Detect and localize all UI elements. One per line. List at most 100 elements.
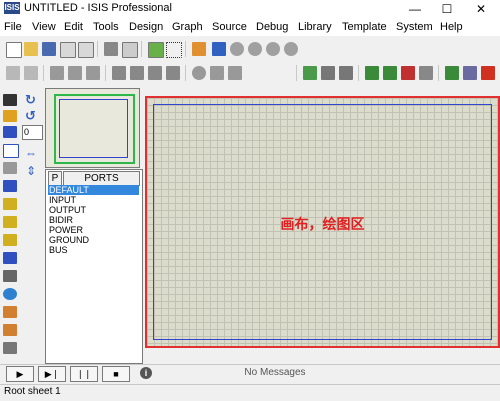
close-button[interactable]: ✕ xyxy=(466,0,496,18)
bill-of-materials-icon[interactable] xyxy=(445,66,459,80)
port-item-input[interactable]: INPUT xyxy=(48,195,139,205)
block-move-icon[interactable] xyxy=(130,66,144,80)
menu-file[interactable]: File xyxy=(4,21,22,33)
exit-parent-icon[interactable] xyxy=(419,66,433,80)
menu-help[interactable]: Help xyxy=(440,21,463,33)
component-mode-icon[interactable] xyxy=(3,110,17,122)
electrical-rule-check-icon[interactable] xyxy=(463,66,477,80)
subcircuit-icon[interactable] xyxy=(3,198,17,210)
junction-dot-icon[interactable] xyxy=(3,126,17,138)
zoom-in-icon[interactable] xyxy=(230,42,244,56)
play-button[interactable]: ▶ xyxy=(6,366,34,382)
export-icon[interactable] xyxy=(78,42,94,58)
rotate-anticlockwise-icon[interactable]: ↺ xyxy=(25,108,36,124)
menu-library[interactable]: Library xyxy=(298,21,332,33)
zoom-out-icon[interactable] xyxy=(248,42,262,56)
remove-sheet-icon[interactable] xyxy=(401,66,415,80)
port-item-bidir[interactable]: BIDIR xyxy=(48,215,139,225)
port-item-output[interactable]: OUTPUT xyxy=(48,205,139,215)
menu-source[interactable]: Source xyxy=(212,21,247,33)
property-tool-icon[interactable] xyxy=(339,66,353,80)
generator-icon[interactable] xyxy=(3,288,17,300)
app-icon: ISIS xyxy=(4,2,20,14)
print-icon[interactable] xyxy=(104,42,118,56)
import-icon[interactable] xyxy=(60,42,76,58)
graph-icon[interactable] xyxy=(3,252,17,264)
mirror-horizontal-icon[interactable]: ⇔ xyxy=(25,146,37,160)
canvas-annotation: 画布，绘图区 xyxy=(280,217,365,233)
pick-button[interactable]: P xyxy=(48,171,62,186)
selection-mode-icon[interactable] xyxy=(3,94,17,106)
new-file-icon[interactable] xyxy=(6,42,22,58)
overview-window[interactable] xyxy=(45,88,140,168)
menu-view[interactable]: View xyxy=(32,21,56,33)
mirror-vertical-icon[interactable]: ⇕ xyxy=(26,164,36,178)
text-script-icon[interactable] xyxy=(3,162,17,174)
device-pins-icon[interactable] xyxy=(3,234,17,246)
maximize-button[interactable]: ☐ xyxy=(432,0,462,18)
search-tag-icon[interactable] xyxy=(321,66,335,80)
block-copy-icon[interactable] xyxy=(112,66,126,80)
object-selector-header: PORTS xyxy=(63,171,140,186)
tape-recorder-icon[interactable] xyxy=(3,270,17,282)
current-probe-icon[interactable] xyxy=(3,324,17,336)
info-icon[interactable]: i xyxy=(140,367,152,379)
bus-icon[interactable] xyxy=(3,180,17,192)
stop-button[interactable]: ■ xyxy=(102,366,130,382)
menu-edit[interactable]: Edit xyxy=(64,21,83,33)
step-button[interactable]: ▶❘ xyxy=(38,366,66,382)
pan-icon[interactable] xyxy=(212,42,226,56)
virtual-instruments-icon[interactable] xyxy=(3,342,17,354)
redo-icon[interactable] xyxy=(24,66,38,80)
pause-button[interactable]: ❘❘ xyxy=(70,366,98,382)
port-item-power[interactable]: POWER xyxy=(48,225,139,235)
rotate-clockwise-icon[interactable]: ↻ xyxy=(25,92,36,108)
zoom-all-icon[interactable] xyxy=(266,42,280,56)
rotation-toolbar: ↻ ↺ 0 ⇔ ⇕ xyxy=(20,86,44,362)
voltage-probe-icon[interactable] xyxy=(3,306,17,318)
menu-debug[interactable]: Debug xyxy=(256,21,288,33)
toolbar-separator xyxy=(438,65,439,81)
rotation-angle-field[interactable]: 0 xyxy=(22,125,43,140)
undo-icon[interactable] xyxy=(6,66,20,80)
grid-icon[interactable] xyxy=(166,42,182,58)
drawing-canvas[interactable]: 画布，绘图区 xyxy=(145,96,500,348)
wire-autorouter-icon[interactable] xyxy=(303,66,317,80)
toolbar-separator xyxy=(43,65,44,81)
menu-graph[interactable]: Graph xyxy=(172,21,203,33)
zoom-area-icon[interactable] xyxy=(284,42,298,56)
wire-label-icon[interactable] xyxy=(3,144,19,158)
minimize-button[interactable]: — xyxy=(400,0,430,18)
copy-icon[interactable] xyxy=(68,66,82,80)
block-delete-icon[interactable] xyxy=(166,66,180,80)
page-setup-icon[interactable] xyxy=(122,42,138,58)
origin-icon[interactable] xyxy=(192,42,206,56)
pick-device-icon[interactable] xyxy=(192,66,206,80)
menu-design[interactable]: Design xyxy=(129,21,163,33)
refresh-icon[interactable] xyxy=(148,42,164,58)
toolbar-main xyxy=(0,38,500,60)
make-device-icon[interactable] xyxy=(210,66,224,80)
sheet-bar xyxy=(0,384,500,401)
new-sheet-icon[interactable] xyxy=(365,66,379,80)
port-item-default[interactable]: DEFAULT xyxy=(48,185,139,195)
toolbar-separator xyxy=(185,65,186,81)
open-folder-icon[interactable] xyxy=(24,42,38,56)
ares-netlist-icon[interactable] xyxy=(481,66,495,80)
goto-sheet-icon[interactable] xyxy=(383,66,397,80)
terminals-icon[interactable] xyxy=(3,216,17,228)
cut-icon[interactable] xyxy=(50,66,64,80)
pack-device-icon[interactable] xyxy=(228,66,242,80)
menu-template[interactable]: Template xyxy=(342,21,387,33)
title-bar: ISIS UNTITLED - ISIS Professional — ☐ ✕ xyxy=(0,0,500,18)
save-icon[interactable] xyxy=(42,42,56,56)
toolbar-separator xyxy=(358,65,359,81)
block-rotate-icon[interactable] xyxy=(148,66,162,80)
window-title: UNTITLED - ISIS Professional xyxy=(24,2,172,14)
port-item-ground[interactable]: GROUND xyxy=(48,235,139,245)
sheet-name: Root sheet 1 xyxy=(4,386,61,397)
menu-system[interactable]: System xyxy=(396,21,433,33)
paste-icon[interactable] xyxy=(86,66,100,80)
port-item-bus[interactable]: BUS xyxy=(48,245,139,255)
menu-tools[interactable]: Tools xyxy=(93,21,119,33)
